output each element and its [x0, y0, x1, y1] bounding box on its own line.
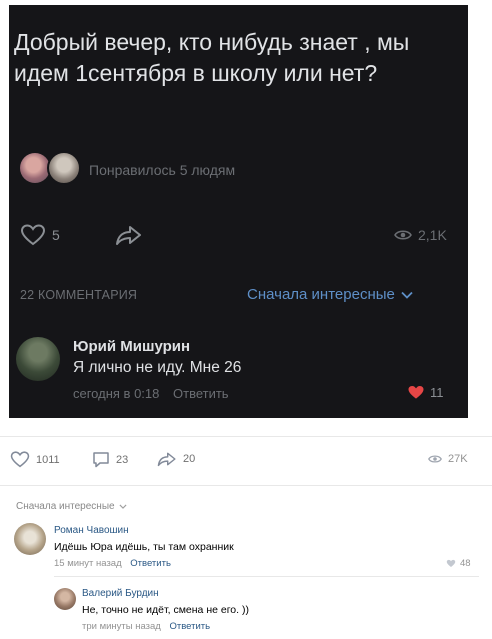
comment-time: три минуты назад [82, 621, 161, 632]
post-text: Добрый вечер, кто нибудь знает , мы идем… [14, 29, 410, 86]
avatar [20, 153, 50, 183]
comments-count: 22 КОММЕНТАРИЯ [20, 288, 138, 302]
views-count: 27K [448, 453, 468, 465]
comment-meta: сегодня в 0:18 Ответить [73, 386, 239, 401]
reply-link[interactable]: Ответить [173, 386, 229, 401]
embedded-screenshot: Добрый вечер, кто нибудь знает , мы идем… [9, 5, 468, 418]
comment-like-button[interactable]: 11 [407, 385, 444, 400]
chevron-down-icon [401, 291, 413, 299]
comment-count: 23 [116, 453, 129, 466]
share-button[interactable] [115, 224, 143, 246]
heart-outline-icon [10, 451, 30, 468]
heart-icon [446, 559, 456, 567]
liked-by-text[interactable]: Понравилось 5 людям [89, 162, 235, 178]
views-count: 2,1K [418, 227, 447, 243]
avatar[interactable] [16, 337, 60, 381]
reply-link[interactable]: Ответить [169, 621, 210, 632]
comment-like-count: 48 [460, 558, 471, 569]
comment-text: Идёшь Юра идёшь, ты там охранник [54, 541, 234, 553]
divider [54, 576, 479, 577]
comment-meta: три минуты назад Ответить [82, 621, 216, 632]
avatar[interactable] [54, 588, 76, 610]
sort-label: Сначала интересные [16, 501, 115, 512]
divider [0, 436, 492, 437]
sort-dropdown[interactable]: Сначала интересные [247, 286, 413, 303]
sort-label: Сначала интересные [247, 286, 395, 303]
comment-text: Не, точно не идёт, смена не его. )) [82, 604, 249, 616]
chevron-down-icon [119, 504, 127, 509]
like-count: 5 [52, 227, 60, 243]
comment-like-button[interactable]: 48 [446, 558, 471, 569]
comment-button[interactable]: 23 [92, 451, 128, 468]
comment-author[interactable]: Роман Чавошин [54, 525, 129, 536]
eye-icon [394, 230, 412, 240]
like-count: 1011 [36, 453, 60, 466]
eye-icon [428, 455, 442, 463]
heart-filled-icon [408, 386, 424, 399]
comment-like-count: 11 [430, 385, 444, 400]
share-arrow-icon [157, 452, 176, 467]
comment-text: Я лично не иду. Мне 26 [73, 359, 242, 376]
like-button[interactable]: 1011 [10, 451, 60, 468]
post-actions: 1011 23 20 27K [0, 443, 492, 477]
comment-time: сегодня в 0:18 [73, 386, 160, 401]
comment-meta: 15 минут назад Ответить [54, 558, 177, 569]
comment-time: 15 минут назад [54, 558, 122, 569]
comment-author[interactable]: Юрий Мишурин [73, 338, 190, 355]
comment-bubble-icon [93, 452, 109, 468]
comment-author[interactable]: Валерий Бурдин [82, 588, 159, 599]
like-button[interactable]: 5 [20, 224, 60, 246]
share-count: 20 [183, 453, 196, 465]
liked-avatars[interactable] [20, 151, 92, 187]
views-counter: 27K [428, 453, 468, 465]
divider [0, 485, 492, 486]
share-button[interactable]: 20 [157, 451, 195, 467]
avatar [47, 151, 81, 185]
sort-dropdown[interactable]: Сначала интересные [16, 501, 127, 512]
share-arrow-icon [116, 226, 141, 245]
views-counter: 2,1K [394, 227, 447, 243]
heart-outline-icon [20, 224, 46, 246]
avatar[interactable] [14, 523, 46, 555]
reply-link[interactable]: Ответить [130, 558, 171, 569]
